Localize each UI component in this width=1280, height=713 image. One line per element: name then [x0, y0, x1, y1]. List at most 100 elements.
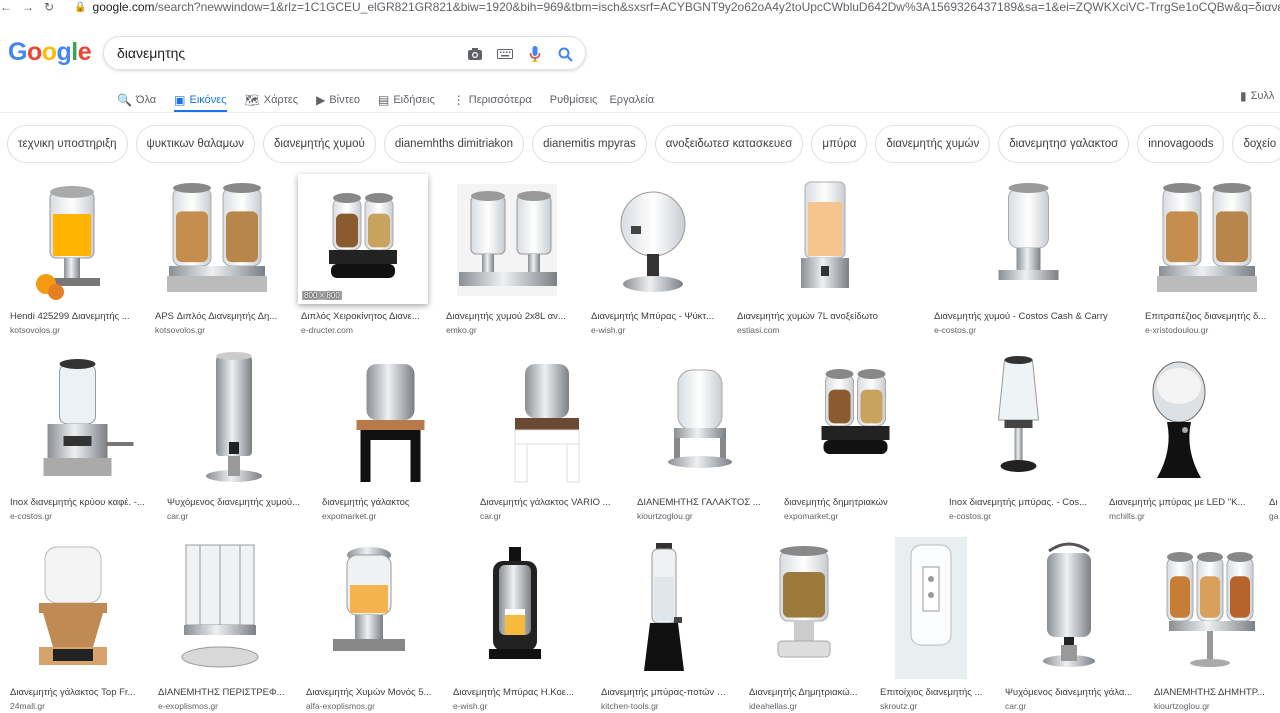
related-chip[interactable]: ψυκτικων θαλαμων: [135, 125, 255, 163]
tab-video[interactable]: ▶ Βίντεο: [316, 88, 360, 112]
result-source[interactable]: kotsovolos.gr: [10, 325, 137, 335]
result-source[interactable]: kitchen-tools.gr: [601, 701, 730, 711]
result-thumbnail[interactable]: [877, 537, 985, 679]
result-thumbnail[interactable]: [1266, 350, 1280, 490]
result-thumbnail[interactable]: [598, 537, 730, 679]
result-thumbnail[interactable]: [477, 350, 617, 490]
result-thumbnail[interactable]: [7, 537, 139, 679]
image-result[interactable]: Δι ga: [1266, 350, 1280, 525]
image-result[interactable]: Hendi 425299 Διανεμητής ... kotsovolos.gr: [7, 174, 137, 339]
image-result[interactable]: διανεμητής δημητριακών expomarket.gr: [781, 350, 930, 525]
url-text[interactable]: google.com/search?newwindow=1&rlz=1C1GCE…: [93, 0, 1280, 14]
image-result[interactable]: Διανεμητής Δημητριακώ... ideahellas.gr: [746, 537, 862, 713]
result-source[interactable]: e-wish.gr: [591, 325, 718, 335]
tab-map[interactable]: 🗺 Χάρτες: [245, 88, 299, 112]
result-source[interactable]: e-costos.gr: [10, 511, 148, 521]
related-chip[interactable]: dianemhths dimitriakon: [383, 125, 525, 163]
result-thumbnail[interactable]: [7, 174, 137, 304]
result-thumbnail[interactable]: [450, 537, 580, 679]
result-title[interactable]: Δι: [1269, 497, 1280, 508]
result-title[interactable]: Διανεμητής γάλακτος VARIO ...: [480, 497, 617, 508]
image-result[interactable]: Διανεμητής Χυμών Μονός 5... alfa-exoplism…: [303, 537, 435, 713]
settings-button[interactable]: Ρυθμίσεις: [550, 88, 598, 112]
result-source[interactable]: car.gr: [167, 511, 304, 521]
result-title[interactable]: Διανεμητής μπύρας με LED "K...: [1109, 497, 1252, 508]
result-thumbnail[interactable]: [946, 350, 1091, 490]
result-title[interactable]: Διανεμητής μπύρας-ποτών μ...: [601, 687, 730, 698]
image-result[interactable]: Inox διανεμητής κρύου καφέ. -... e-costos…: [7, 350, 148, 525]
image-result[interactable]: Διανεμητής Μπύρας - Ψύκτ... e-wish.gr: [588, 174, 718, 339]
result-source[interactable]: skroutz.gr: [880, 701, 985, 711]
collections-button[interactable]: ▮ Συλλ: [1240, 88, 1274, 104]
image-result[interactable]: Ψυχόμενος διανεμητής χυμού... car.gr: [164, 350, 304, 525]
image-result[interactable]: Διανεμητής μπύρας με LED "K... mchills.gr: [1106, 350, 1252, 525]
result-thumbnail[interactable]: [1142, 174, 1272, 304]
forward-icon[interactable]: →: [22, 0, 34, 14]
image-result[interactable]: 800 × 800 Διπλός Χειροκίνητος Διανε... e-d…: [298, 174, 428, 339]
result-title[interactable]: Διανεμητής γάλακτος Top Fr...: [10, 687, 139, 698]
result-source[interactable]: expomarket.gr: [322, 511, 462, 521]
result-title[interactable]: Διανεμητής χυμών 7L ανοξείδωτο: [737, 311, 916, 322]
result-thumbnail[interactable]: [303, 537, 435, 679]
result-source[interactable]: expomarket.gr: [784, 511, 930, 521]
image-result[interactable]: Διανεμητής γάλακτος VARIO ... car.gr: [477, 350, 617, 525]
result-source[interactable]: 24mall.gr: [10, 701, 139, 711]
search-box[interactable]: [103, 36, 586, 70]
tab-news[interactable]: ▤ Ειδήσεις: [378, 88, 435, 112]
image-result[interactable]: ΔΙΑΝΕΜΗΤΗΣ ΓΑΛΑΚΤΟΣ ... kiourtzoglou.gr: [634, 350, 766, 525]
result-title[interactable]: Διανεμητής χυμού 2x8L αν...: [446, 311, 573, 322]
result-source[interactable]: e-costos.gr: [934, 325, 1126, 335]
result-title[interactable]: Διανεμητής χυμού - Costos Cash & Carry: [934, 311, 1126, 322]
result-title[interactable]: Ψυχόμενος διανεμητής γάλα...: [1005, 687, 1136, 698]
result-title[interactable]: ΔΙΑΝΕΜΗΤΗΣ ΓΑΛΑΚΤΟΣ ...: [637, 497, 766, 508]
result-source[interactable]: car.gr: [1005, 701, 1136, 711]
result-title[interactable]: Διανεμητής Χυμών Μονός 5...: [306, 687, 435, 698]
result-title[interactable]: APS Διπλός Διανεμητής Δη...: [155, 311, 282, 322]
search-input[interactable]: [117, 45, 457, 61]
image-result[interactable]: APS Διπλός Διανεμητής Δη... kotsovolos.gr: [152, 174, 282, 339]
google-logo[interactable]: Google: [8, 38, 92, 67]
result-source[interactable]: car.gr: [480, 511, 617, 521]
result-source[interactable]: alfa-exoplismos.gr: [306, 701, 435, 711]
related-chip[interactable]: διανεμητησ γαλακτοσ: [998, 125, 1130, 163]
tools-button[interactable]: Εργαλεία: [609, 88, 654, 112]
result-title[interactable]: Inox διανεμητής μπύρας. - Cos...: [949, 497, 1091, 508]
result-thumbnail[interactable]: [155, 537, 285, 679]
result-thumbnail[interactable]: [1151, 537, 1268, 679]
image-result[interactable]: Διανεμητής χυμών 7L ανοξείδωτο estiasi.co…: [734, 174, 916, 339]
search-icon[interactable]: [556, 45, 574, 63]
result-thumbnail[interactable]: [588, 174, 718, 304]
result-thumbnail[interactable]: [634, 350, 766, 490]
result-thumbnail[interactable]: [781, 350, 930, 490]
related-chip[interactable]: dianemitis mpyras: [532, 125, 647, 163]
result-source[interactable]: e-dructer.com: [301, 325, 428, 335]
image-result[interactable]: ΔΙΑΝΕΜΗΤΗΣ ΠΕΡΙΣΤΡΕΦ... e-exoplismos.gr: [155, 537, 285, 713]
image-result[interactable]: Διανεμητής γάλακτος Top Fr... 24mall.gr: [7, 537, 139, 713]
result-source[interactable]: ga: [1269, 511, 1280, 521]
related-chip[interactable]: μπύρα: [811, 125, 868, 163]
tab-image[interactable]: ▣ Εικόνες: [174, 87, 227, 113]
result-thumbnail[interactable]: [152, 174, 282, 304]
tab-more[interactable]: ⋮ Περισσότερα: [453, 88, 532, 112]
result-source[interactable]: e-xristodoulou.gr: [1145, 325, 1272, 335]
result-title[interactable]: Επιτοίχιος διανεμητής ...: [880, 687, 985, 698]
result-source[interactable]: ideahellas.gr: [749, 701, 862, 711]
image-result[interactable]: διανεμητής γάλακτος expomarket.gr: [319, 350, 462, 525]
related-chip[interactable]: ανοξειδωτεσ κατασκευεσ: [654, 125, 804, 163]
result-source[interactable]: estiasi.com: [737, 325, 916, 335]
microphone-icon[interactable]: [526, 45, 544, 63]
result-thumbnail[interactable]: [746, 537, 862, 679]
result-thumbnail[interactable]: [734, 174, 916, 304]
result-title[interactable]: ΔΙΑΝΕΜΗΤΗΣ ΠΕΡΙΣΤΡΕΦ...: [158, 687, 285, 698]
result-title[interactable]: Διανεμητής Μπύρας Η.Κοε...: [453, 687, 580, 698]
result-source[interactable]: e-exoplismos.gr: [158, 701, 285, 711]
result-title[interactable]: διανεμητής γάλακτος: [322, 497, 462, 508]
result-thumbnail[interactable]: [1002, 537, 1136, 679]
result-title[interactable]: Επιτραπέζιος διανεμητής δ...: [1145, 311, 1272, 322]
result-thumbnail[interactable]: 800 × 800: [298, 174, 428, 304]
related-chip[interactable]: δοχείο: [1232, 125, 1280, 163]
image-result[interactable]: Διανεμητής χυμού - Costos Cash & Carry e-…: [931, 174, 1126, 339]
image-result[interactable]: Inox διανεμητής μπύρας. - Cos... e-costos…: [946, 350, 1091, 525]
result-thumbnail[interactable]: [164, 350, 304, 490]
result-source[interactable]: mchills.gr: [1109, 511, 1252, 521]
